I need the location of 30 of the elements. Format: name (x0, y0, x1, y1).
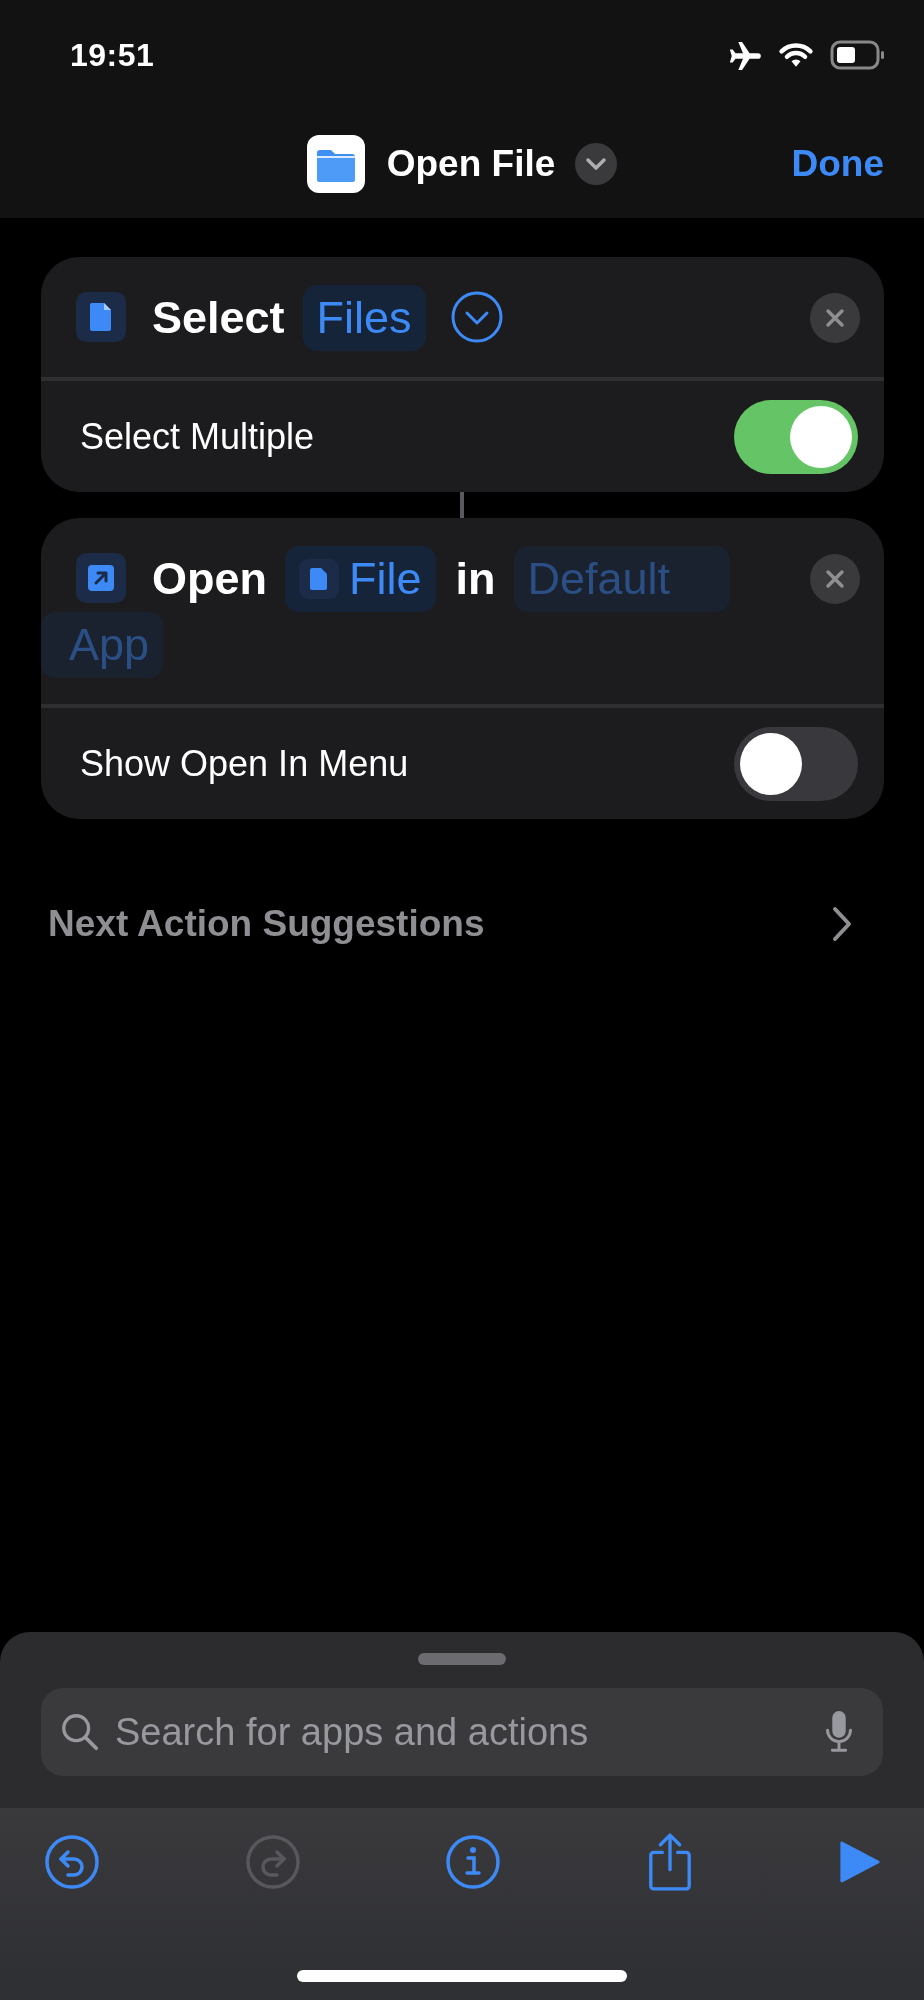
chevron-down-icon[interactable] (575, 143, 618, 185)
wifi-icon (778, 41, 814, 69)
close-icon[interactable] (810, 554, 860, 604)
option-label: Show Open In Menu (80, 742, 409, 785)
document-icon (76, 292, 126, 342)
action-text: Select (152, 292, 285, 343)
search-field[interactable]: Search for apps and actions (115, 1710, 809, 1754)
parameter-token[interactable]: File (285, 546, 436, 612)
section-link[interactable]: Next Action Suggestions (48, 903, 485, 945)
folder-app-icon (306, 135, 365, 193)
play-icon[interactable] (838, 1839, 880, 1885)
document-icon (299, 559, 339, 599)
action-text: in (455, 553, 496, 604)
battery-icon (830, 40, 886, 70)
microphone-icon[interactable] (823, 1709, 855, 1755)
parameter-token[interactable]: Files (302, 285, 426, 351)
clock-time: 19:51 (70, 36, 155, 74)
search-field[interactable]: Search for apps and actions (41, 1688, 883, 1776)
info-icon[interactable] (445, 1834, 501, 1890)
option-label: Select Multiple (80, 415, 315, 458)
sheet-handle[interactable] (418, 1653, 506, 1665)
shortcut-title[interactable]: Open File (386, 143, 556, 185)
action-text: Open (152, 553, 267, 604)
search-icon (59, 1711, 101, 1753)
done-button[interactable]: Done (791, 143, 884, 185)
close-icon[interactable] (810, 293, 860, 343)
undo-icon[interactable] (44, 1834, 100, 1890)
chevron-right-icon[interactable] (830, 904, 854, 944)
chevron-down-icon[interactable] (449, 290, 504, 344)
open-in-icon (76, 553, 126, 603)
